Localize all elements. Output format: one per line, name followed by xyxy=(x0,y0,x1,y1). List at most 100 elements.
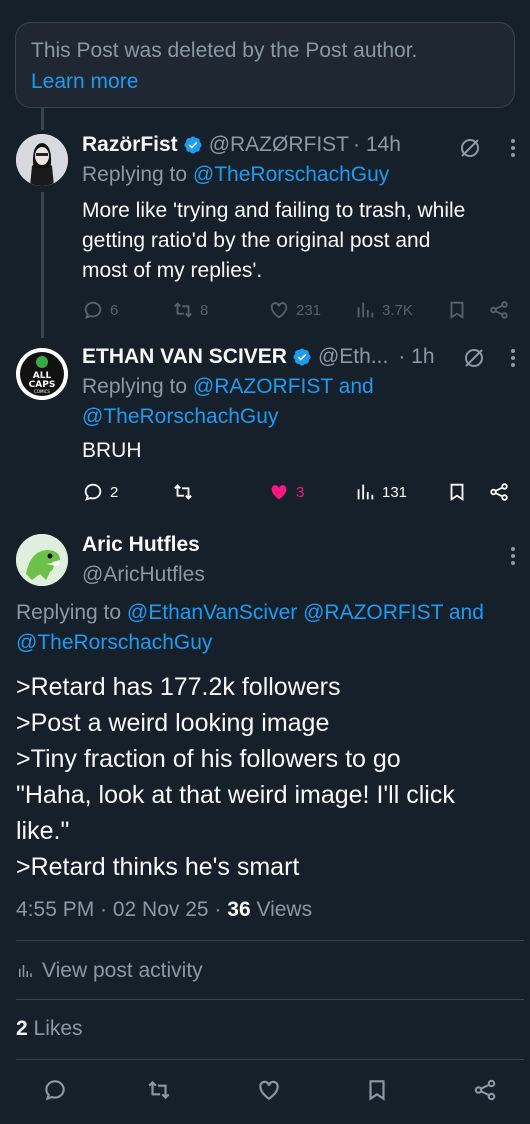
more-options-icon[interactable] xyxy=(510,136,516,160)
avatar-ethan-van-sciver[interactable]: ALL CAPS COMICS xyxy=(16,348,68,400)
post-text-line: "Haha, look at that weird image! I'll cl… xyxy=(16,781,455,809)
main-post-text: >Retard has 177.2k followers >Post a wei… xyxy=(16,669,520,885)
repost-icon[interactable] xyxy=(146,1077,172,1103)
reply-icon xyxy=(84,483,102,501)
post-text-line: most of my replies'. xyxy=(82,259,263,282)
replying-to-cont: @TheRorschachGuy xyxy=(82,402,516,432)
verified-badge-icon xyxy=(293,348,311,366)
more-options-icon[interactable] xyxy=(510,544,516,568)
post-header: RazörFist @RAZØRFIST · 14h xyxy=(82,130,516,160)
activity-label: View post activity xyxy=(42,959,203,982)
heart-icon[interactable] xyxy=(256,1077,282,1103)
replying-to: Replying to @TheRorschachGuy xyxy=(82,160,516,190)
like-count: 231 xyxy=(296,301,322,319)
views-label: Views xyxy=(250,898,313,921)
post-timestamp: 4:55 PM · 02 Nov 25 · 36 Views xyxy=(16,895,520,925)
mention-link[interactable]: @TheRorschachGuy xyxy=(16,631,212,654)
replying-prefix: Replying to xyxy=(82,375,193,398)
main-post-action-bar xyxy=(0,1073,530,1109)
repost-icon xyxy=(174,302,192,318)
likes-label: Likes xyxy=(27,1017,83,1040)
view-post-activity-link[interactable]: View post activity xyxy=(16,956,203,986)
post-actions: 2 3 131 xyxy=(82,478,516,506)
post-text-line: >Post a weird looking image xyxy=(16,709,330,737)
views-button[interactable]: 3.7K xyxy=(354,296,413,324)
timestamp-text: 4:55 PM · 02 Nov 25 · xyxy=(16,898,228,921)
replying-prefix: Replying to xyxy=(16,601,127,624)
post-text-line: >Retard has 177.2k followers xyxy=(16,673,341,701)
post-header: Aric Hutfles xyxy=(82,530,516,560)
share-icon xyxy=(490,483,508,501)
avatar-razorfist[interactable] xyxy=(16,134,68,186)
share-button[interactable] xyxy=(488,478,510,506)
author-name[interactable]: RazörFist xyxy=(82,130,178,160)
mention-link[interactable]: @RAZORFIST xyxy=(303,601,443,624)
views-icon xyxy=(357,302,374,318)
learn-more-link[interactable]: Learn more xyxy=(31,66,499,97)
author-handle[interactable]: @RAZØRFIST xyxy=(209,130,349,160)
mention-link[interactable]: @TheRorschachGuy xyxy=(193,163,389,186)
avatar-text-line: COMICS xyxy=(34,389,50,394)
post-text-line: >Retard thinks he's smart xyxy=(16,853,300,881)
divider xyxy=(16,999,524,1000)
reply-post-razorfist[interactable]: RazörFist @RAZØRFIST · 14h Replying to @… xyxy=(82,130,516,286)
reply-count: 6 xyxy=(110,301,119,319)
replying-to: Replying to @EthanVanSciver @RAZORFIST a… xyxy=(16,598,520,628)
replying-prefix: Replying to xyxy=(82,163,193,186)
deleted-notice-text: This Post was deleted by the Post author… xyxy=(31,39,418,62)
grok-icon[interactable] xyxy=(462,346,486,370)
verified-badge-icon xyxy=(184,136,202,154)
bookmark-button[interactable] xyxy=(446,478,468,506)
post-actions: 6 8 231 3.7K xyxy=(82,296,516,324)
main-post-body: Replying to @EthanVanSciver @RAZORFIST a… xyxy=(16,598,520,925)
share-icon xyxy=(490,301,508,319)
grok-icon[interactable] xyxy=(458,136,482,160)
post-text: BRUH xyxy=(82,439,142,462)
views-button[interactable]: 131 xyxy=(354,478,407,506)
share-button[interactable] xyxy=(488,296,510,324)
bookmark-icon xyxy=(450,483,464,502)
post-text-line: More like 'trying and failing to trash, … xyxy=(82,199,466,222)
view-count: 3.7K xyxy=(382,301,413,319)
bookmark-button[interactable] xyxy=(446,296,468,324)
share-icon[interactable] xyxy=(472,1077,498,1103)
views-icon xyxy=(19,965,32,977)
more-options-icon[interactable] xyxy=(510,346,516,370)
mention-link[interactable]: @EthanVanSciver xyxy=(127,601,297,624)
post-time: · 14h xyxy=(353,133,401,156)
reply-icon[interactable] xyxy=(42,1077,68,1103)
author-name[interactable]: Aric Hutfles xyxy=(82,530,200,560)
mention-link[interactable]: @TheRorschachGuy xyxy=(82,405,278,428)
post-text-line: getting ratio'd by the original post and xyxy=(82,229,431,252)
replying-to: Replying to @RAZORFIST and xyxy=(82,372,516,402)
divider xyxy=(16,1059,524,1060)
repost-button[interactable]: 8 xyxy=(172,296,208,324)
views-icon xyxy=(357,484,374,500)
divider xyxy=(16,940,524,941)
bookmark-icon[interactable] xyxy=(364,1077,390,1103)
repost-button[interactable] xyxy=(172,478,194,506)
reply-button[interactable]: 2 xyxy=(82,478,118,506)
reply-count: 2 xyxy=(110,483,119,501)
heart-filled-icon xyxy=(271,485,287,500)
like-button[interactable]: 3 xyxy=(268,478,304,506)
replying-to-cont: @TheRorschachGuy xyxy=(16,628,520,658)
deleted-post-notice: This Post was deleted by the Post author… xyxy=(15,22,515,108)
post-text-line: like." xyxy=(16,817,70,845)
reply-post-ethan-van-sciver[interactable]: ETHAN VAN SCIVER @Eth... · 1h Replying t… xyxy=(82,342,516,466)
author-name[interactable]: ETHAN VAN SCIVER xyxy=(82,342,287,372)
view-count: 131 xyxy=(382,483,408,501)
like-button[interactable]: 231 xyxy=(268,296,321,324)
likes-count-link[interactable]: 2 Likes xyxy=(16,1014,83,1044)
thread-line-1 xyxy=(41,192,44,338)
post-text-line: >Tiny fraction of his followers to go xyxy=(16,745,401,773)
author-handle[interactable]: @Eth... xyxy=(318,342,388,372)
and-word: and xyxy=(332,375,374,398)
reply-button[interactable]: 6 xyxy=(82,296,118,324)
thread-line-top xyxy=(41,108,44,130)
avatar-aric-hutfles[interactable] xyxy=(16,534,68,586)
author-handle[interactable]: @AricHutfles xyxy=(82,560,516,590)
mention-link[interactable]: @RAZORFIST xyxy=(193,375,333,398)
post-header: ETHAN VAN SCIVER @Eth... · 1h xyxy=(82,342,516,372)
heart-icon xyxy=(270,302,288,319)
